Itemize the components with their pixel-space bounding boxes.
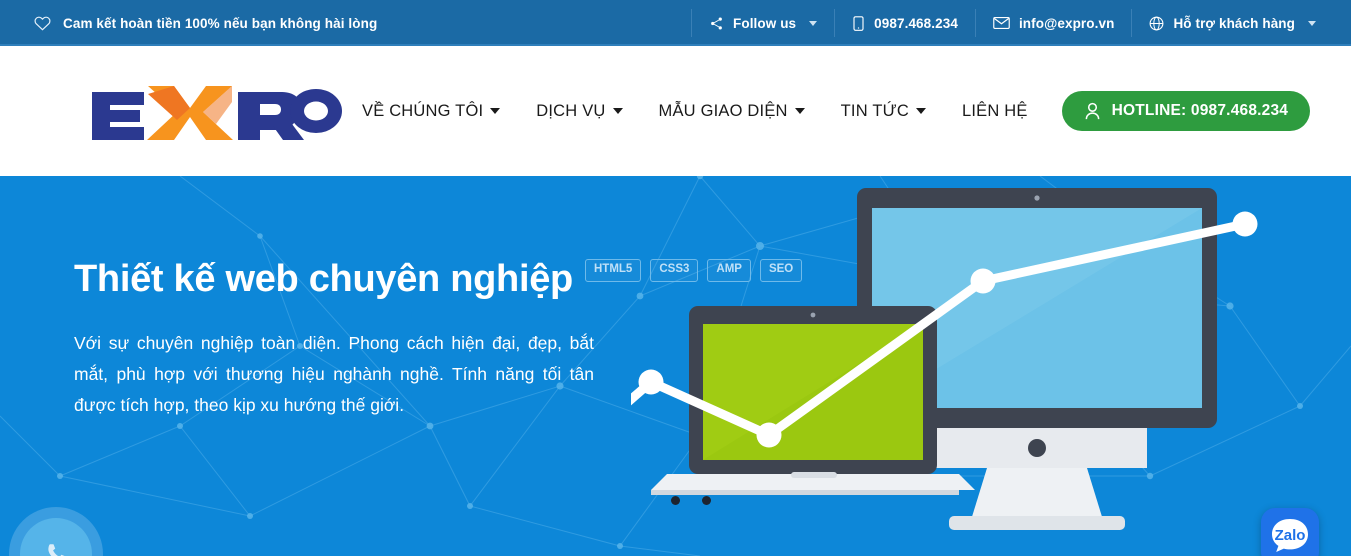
promise-text: Cam kết hoàn tiền 100% nếu bạn không hài…	[63, 15, 378, 31]
top-utility-bar: Cam kết hoàn tiền 100% nếu bạn không hài…	[0, 0, 1351, 46]
chevron-down-icon	[490, 108, 501, 114]
hero-banner: Thiết kế web chuyên nghiệp Với sự chuyên…	[0, 176, 1351, 556]
chevron-down-icon	[794, 108, 805, 114]
globe-icon	[1149, 16, 1164, 31]
customer-support-label: Hỗ trợ khách hàng	[1173, 15, 1295, 31]
nav-item-dich-vu[interactable]: DỊCH VỤ	[518, 102, 640, 121]
main-navigation: VỀ CHÚNG TÔI DỊCH VỤ MẪU GIAO DIỆN TIN T…	[344, 91, 1351, 131]
top-phone-label: 0987.468.234	[874, 15, 958, 31]
money-back-promise: Cam kết hoàn tiền 100% nếu bạn không hài…	[0, 15, 691, 31]
envelope-icon	[993, 16, 1010, 30]
follow-us-label: Follow us	[733, 15, 797, 31]
nav-label: DỊCH VỤ	[536, 101, 606, 120]
chart-node	[970, 268, 996, 294]
zalo-icon: Zalo	[1272, 519, 1308, 552]
share-icon	[709, 16, 724, 31]
top-email-label: info@expro.vn	[1018, 15, 1115, 31]
follow-us-menu[interactable]: Follow us	[691, 9, 834, 37]
top-email-link[interactable]: info@expro.vn	[974, 9, 1131, 37]
phone-call-widget[interactable]	[9, 507, 103, 556]
badge-seo: SEO	[759, 259, 803, 282]
nav-item-ve-chung-toi[interactable]: VỀ CHÚNG TÔI	[344, 102, 518, 121]
chevron-down-icon	[809, 20, 818, 26]
nav-item-tin-tuc[interactable]: TIN TỨC	[823, 102, 944, 121]
nav-label: MẪU GIAO DIỆN	[658, 101, 788, 120]
nav-item-lien-he[interactable]: LIÊN HỆ	[944, 102, 1046, 121]
nav-item-mau-giao-dien[interactable]: MẪU GIAO DIỆN	[641, 102, 823, 121]
hotline-button[interactable]: HOTLINE: 0987.468.234	[1061, 91, 1311, 131]
phone-icon	[48, 544, 65, 556]
svg-text:Zalo: Zalo	[1275, 527, 1306, 544]
chart-node	[756, 422, 782, 448]
hotline-label: HOTLINE: 0987.468.234	[1111, 102, 1289, 119]
nav-label: LIÊN HỆ	[962, 101, 1028, 120]
nav-label: TIN TỨC	[840, 101, 910, 120]
hero-description: Với sự chuyên nghiệp toàn diện. Phong cá…	[74, 332, 594, 415]
site-header: VỀ CHÚNG TÔI DỊCH VỤ MẪU GIAO DIỆN TIN T…	[0, 46, 1351, 176]
top-bar-links: Follow us 0987.468.234 info@expro.vn Hỗ …	[691, 0, 1351, 46]
top-phone-link[interactable]: 0987.468.234	[834, 9, 975, 37]
carousel-dot[interactable]	[702, 496, 711, 505]
nav-label: VỀ CHÚNG TÔI	[362, 101, 484, 120]
chart-node	[638, 369, 664, 395]
user-icon	[1084, 102, 1101, 120]
chevron-down-icon	[916, 108, 927, 114]
hero-illustration	[631, 188, 1258, 530]
logo-expro[interactable]	[88, 80, 344, 142]
badge-html5: HTML5	[585, 259, 642, 282]
badge-amp: AMP	[707, 259, 751, 282]
mobile-phone-icon	[852, 15, 865, 31]
chart-node	[1232, 211, 1258, 237]
zalo-chat-widget[interactable]: Zalo	[1261, 508, 1319, 556]
customer-support-menu[interactable]: Hỗ trợ khách hàng	[1131, 9, 1333, 37]
chevron-down-icon	[612, 108, 623, 114]
heart-icon	[34, 15, 51, 31]
carousel-dots	[671, 496, 711, 505]
carousel-dot[interactable]	[671, 496, 680, 505]
hero-title: Thiết kế web chuyên nghiệp	[74, 258, 573, 300]
chevron-down-icon	[1308, 20, 1316, 26]
badge-css3: CSS3	[650, 259, 699, 282]
hero-content: Thiết kế web chuyên nghiệp Với sự chuyên…	[0, 176, 620, 421]
tech-badges: HTML5 CSS3 AMP SEO	[585, 259, 803, 282]
